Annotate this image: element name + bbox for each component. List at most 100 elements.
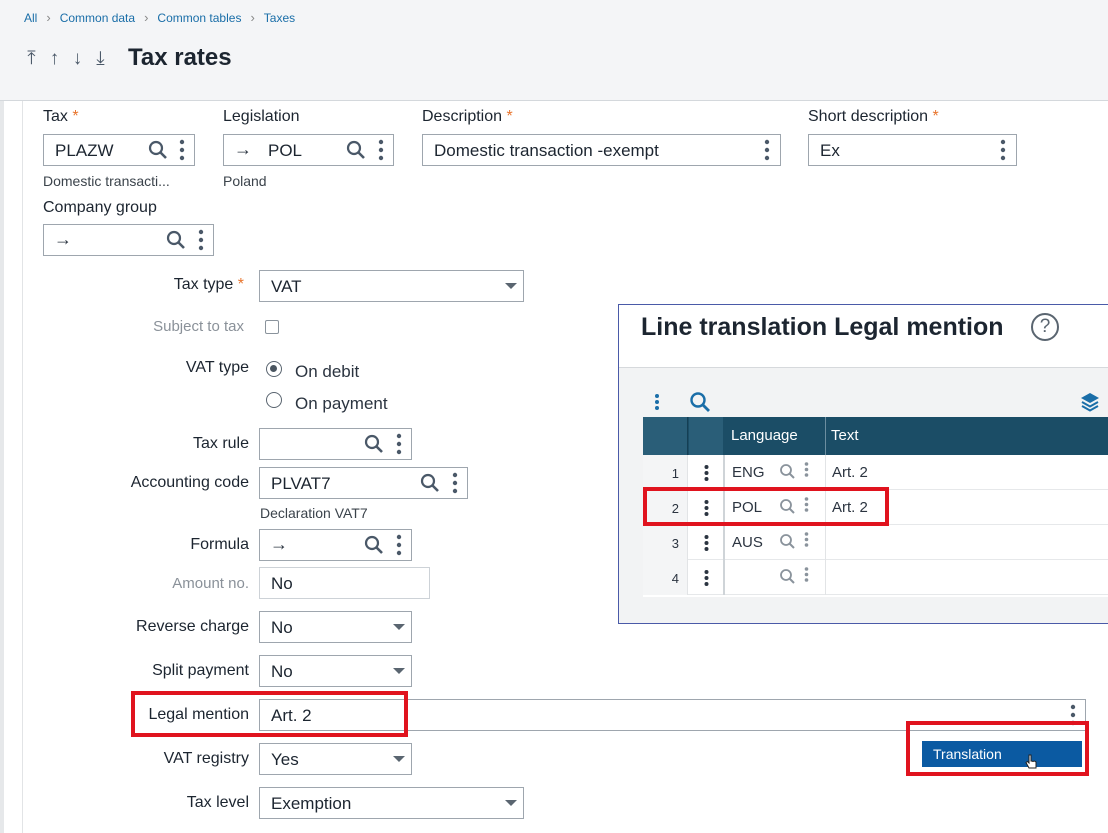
tax-subtext: Domestic transacti... (43, 173, 170, 189)
breadcrumb-all[interactable]: All (24, 11, 37, 25)
arrow-right-icon[interactable]: → (270, 534, 288, 555)
more-vertical-icon[interactable] (396, 433, 402, 455)
row-menu-icon[interactable] (704, 464, 709, 482)
layers-icon[interactable] (1079, 391, 1101, 413)
search-icon[interactable] (364, 535, 384, 555)
more-vertical-icon[interactable] (654, 393, 660, 411)
tax-level-select[interactable]: Exemption (259, 787, 524, 819)
legal-mention-field[interactable]: Art. 2 (259, 699, 1086, 731)
search-icon[interactable] (779, 533, 796, 550)
chevron-down-icon[interactable] (505, 800, 517, 806)
short-description-field[interactable]: Ex (808, 134, 1017, 166)
more-vertical-icon[interactable] (804, 461, 809, 478)
language-cell[interactable]: POL (732, 499, 762, 516)
reverse-charge-select[interactable]: No (259, 611, 412, 643)
last-record-icon[interactable]: ⤓ (93, 48, 108, 70)
breadcrumb-common-data[interactable]: Common data (60, 11, 135, 25)
legislation-field[interactable]: → POL (223, 134, 394, 166)
tax-rule-label: Tax rule (192, 435, 249, 452)
arrow-right-icon[interactable]: → (234, 139, 252, 160)
more-vertical-icon[interactable] (452, 472, 458, 494)
split-payment-select[interactable]: No (259, 655, 412, 687)
next-record-icon[interactable]: ↓ (70, 48, 85, 70)
arrow-right-icon[interactable]: → (54, 229, 72, 250)
column-separator (825, 455, 826, 490)
search-icon[interactable] (689, 391, 711, 413)
more-vertical-icon[interactable] (1070, 704, 1076, 726)
short-description-label: Short description * (808, 108, 939, 125)
language-cell[interactable]: ENG (732, 464, 765, 481)
subject-to-tax-checkbox[interactable] (265, 320, 279, 334)
breadcrumb-common-tables[interactable]: Common tables (157, 11, 241, 25)
company-group-label: Company group (43, 199, 157, 216)
legislation-label: Legislation (223, 108, 300, 125)
search-icon[interactable] (779, 498, 796, 515)
row-menu-icon[interactable] (704, 499, 709, 517)
search-icon[interactable] (420, 473, 440, 493)
breadcrumb-taxes[interactable]: Taxes (264, 11, 295, 25)
tax-label: Tax * (43, 108, 79, 125)
accounting-code-value: PLVAT7 (271, 474, 331, 493)
search-icon[interactable] (779, 463, 796, 480)
column-header-text[interactable]: Text (831, 427, 859, 444)
chevron-down-icon[interactable] (505, 283, 517, 289)
tax-field[interactable]: PLAZW (43, 134, 195, 166)
more-vertical-icon[interactable] (1000, 139, 1006, 161)
chevron-right-icon: › (144, 10, 149, 25)
row-menu-icon[interactable] (704, 534, 709, 552)
text-cell[interactable]: Art. 2 (832, 464, 868, 481)
more-vertical-icon[interactable] (804, 566, 809, 583)
page-header: All › Common data › Common tables › Taxe… (0, 0, 1108, 101)
search-icon[interactable] (148, 140, 168, 160)
language-cell[interactable]: AUS (732, 534, 763, 551)
previous-record-icon[interactable]: ↑ (47, 48, 62, 70)
table-row[interactable]: 1 ENG Art. 2 (643, 455, 1108, 490)
more-vertical-icon[interactable] (764, 139, 770, 161)
vat-registry-label: VAT registry (163, 750, 249, 767)
chevron-down-icon[interactable] (393, 624, 405, 630)
formula-field[interactable]: → (259, 529, 412, 561)
search-icon[interactable] (346, 140, 366, 160)
search-icon[interactable] (779, 568, 796, 585)
chevron-down-icon[interactable] (393, 668, 405, 674)
table-row[interactable]: 4 (643, 560, 1108, 595)
accounting-code-field[interactable]: PLVAT7 (259, 467, 468, 499)
tax-rule-field[interactable] (259, 428, 412, 460)
tax-type-label: Tax type * (173, 276, 244, 293)
more-vertical-icon[interactable] (396, 534, 402, 556)
on-payment-label: On payment (295, 394, 388, 413)
row-menu-icon[interactable] (704, 569, 709, 587)
search-icon[interactable] (166, 230, 186, 250)
short-description-value: Ex (820, 141, 840, 160)
column-separator (825, 417, 826, 455)
help-icon[interactable]: ? (1031, 313, 1059, 341)
more-vertical-icon[interactable] (179, 139, 185, 161)
vat-type-label: VAT type (185, 359, 249, 376)
content-border (22, 101, 23, 833)
chevron-right-icon: › (46, 10, 51, 25)
table-row[interactable]: 2 POL Art. 2 (643, 490, 1108, 525)
accounting-code-label: Accounting code (130, 474, 249, 491)
column-header-language[interactable]: Language (731, 427, 798, 444)
more-vertical-icon[interactable] (378, 139, 384, 161)
tax-type-select[interactable]: VAT (259, 270, 524, 302)
more-vertical-icon[interactable] (198, 229, 204, 251)
column-separator (723, 455, 725, 490)
company-group-field[interactable]: → (43, 224, 214, 256)
first-record-icon[interactable]: ⤒ (24, 48, 39, 70)
description-field[interactable]: Domestic transaction -exempt (422, 134, 781, 166)
vat-type-on-payment-radio[interactable] (266, 392, 282, 408)
grid-header: Language Text (643, 417, 1108, 455)
split-payment-label: Split payment (152, 662, 249, 679)
table-row[interactable]: 3 AUS (643, 525, 1108, 560)
search-icon[interactable] (364, 434, 384, 454)
text-cell[interactable]: Art. 2 (832, 499, 868, 516)
translation-menu-item[interactable]: Translation (922, 741, 1082, 767)
legal-mention-label: Legal mention (148, 706, 249, 723)
chevron-down-icon[interactable] (393, 756, 405, 762)
vat-registry-select[interactable]: Yes (259, 743, 412, 775)
more-vertical-icon[interactable] (804, 531, 809, 548)
page-title: Tax rates (128, 44, 232, 71)
more-vertical-icon[interactable] (804, 496, 809, 513)
vat-type-on-debit-radio[interactable] (266, 361, 282, 377)
